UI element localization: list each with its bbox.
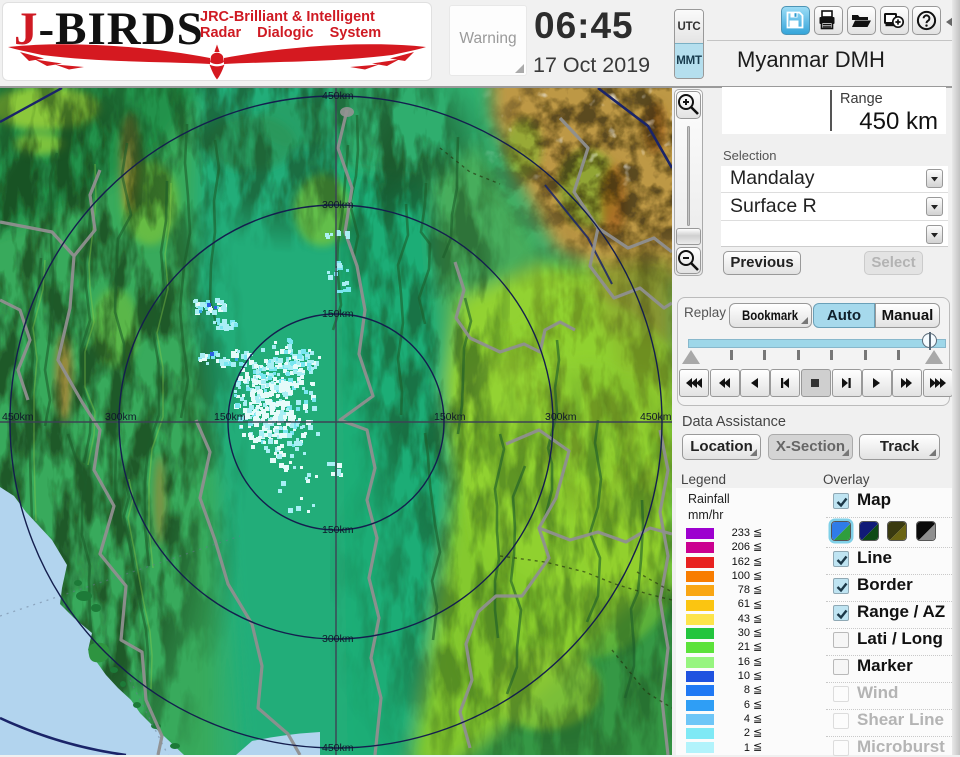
svg-text:150km: 150km — [214, 411, 246, 423]
svg-text:150km: 150km — [322, 524, 354, 536]
svg-text:150km: 150km — [434, 411, 466, 423]
svg-text:450km: 450km — [322, 90, 354, 102]
svg-text:300km: 300km — [545, 411, 577, 423]
svg-text:300km: 300km — [322, 199, 354, 211]
svg-text:150km: 150km — [322, 308, 354, 320]
svg-text:300km: 300km — [105, 411, 137, 423]
svg-text:450km: 450km — [322, 742, 354, 754]
svg-text:450km: 450km — [640, 411, 672, 423]
svg-text:300km: 300km — [322, 633, 354, 645]
svg-text:450km: 450km — [2, 411, 34, 423]
